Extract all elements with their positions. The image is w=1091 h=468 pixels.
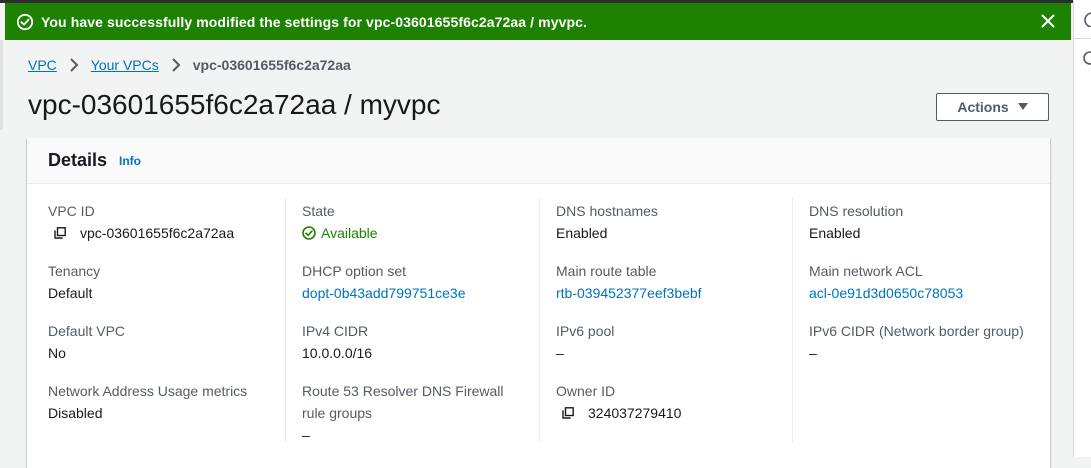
notification-icon[interactable] [1082, 50, 1091, 66]
dhcp-option-set-label: DHCP option set [302, 263, 407, 279]
owner-id-label: Owner ID [556, 383, 616, 399]
main-route-table-label: Main route table [556, 263, 657, 279]
help-panel-strip [1073, 0, 1091, 457]
copy-icon[interactable] [562, 407, 574, 419]
state-value: Available [321, 225, 378, 241]
success-flash-banner: You have successfully modified the setti… [5, 3, 1071, 40]
vpc-id-field: VPC ID vpc-03601655f6c2a72aa [48, 200, 288, 244]
dns-resolution-field: DNS resolution Enabled [809, 200, 1049, 244]
status-available-icon [302, 226, 316, 240]
state-field: State Available [302, 200, 542, 244]
tenancy-value: Default [48, 285, 93, 301]
vpc-id-value: vpc-03601655f6c2a72aa [80, 225, 235, 241]
dhcp-option-set-link[interactable]: dopt-0b43add799751ce3e [302, 282, 466, 304]
details-header: Details Info [27, 138, 1050, 184]
dns-resolution-value: Enabled [809, 225, 861, 241]
left-edge [0, 40, 3, 130]
breadcrumb: VPC Your VPCs vpc-03601655f6c2a72aa [28, 57, 351, 73]
ipv6-pool-label: IPv6 pool [556, 323, 615, 339]
details-panel: Details Info VPC ID vpc-03601655f6c2a72a… [27, 138, 1050, 468]
route53-firewall-value: – [302, 427, 310, 443]
actions-label: Actions [957, 99, 1009, 115]
breadcrumb-current: vpc-03601655f6c2a72aa [192, 57, 351, 73]
vpc-id-label: VPC ID [48, 203, 95, 219]
flash-message: You have successfully modified the setti… [41, 13, 587, 30]
default-vpc-field: Default VPC No [48, 320, 288, 364]
main-route-table-link[interactable]: rtb-039452377eef3bebf [556, 282, 702, 304]
ipv6-pool-value: – [556, 345, 564, 361]
page-title: vpc-03601655f6c2a72aa / myvpc [28, 89, 441, 120]
dns-hostnames-label: DNS hostnames [556, 203, 658, 219]
close-icon[interactable] [1039, 12, 1057, 30]
ipv4-cidr-value: 10.0.0.0/16 [302, 345, 373, 361]
main-network-acl-field: Main network ACL acl-0e91d3d0650c78053 [809, 260, 1049, 304]
route53-firewall-label-line2: rule groups [302, 405, 373, 421]
main-network-acl-label: Main network ACL [809, 263, 923, 279]
nau-metrics-field: Network Address Usage metrics Disabled [48, 380, 288, 424]
chevron-right-icon [172, 58, 181, 72]
copy-icon[interactable] [54, 227, 66, 239]
ipv6-cidr-value: – [809, 345, 817, 361]
info-icon[interactable] [1082, 11, 1091, 27]
ipv6-pool-field: IPv6 pool – [556, 320, 796, 364]
state-label: State [302, 203, 335, 219]
dns-hostnames-field: DNS hostnames Enabled [556, 200, 796, 244]
breadcrumb-your-vpcs[interactable]: Your VPCs [91, 57, 159, 73]
ipv6-cidr-label: IPv6 CIDR (Network border group) [809, 323, 1024, 339]
ipv4-cidr-label: IPv4 CIDR [302, 323, 369, 339]
dns-resolution-label: DNS resolution [809, 203, 904, 219]
tenancy-label: Tenancy [48, 263, 101, 279]
main-network-acl-link[interactable]: acl-0e91d3d0650c78053 [809, 282, 963, 304]
chevron-right-icon [70, 58, 79, 72]
ipv6-cidr-field: IPv6 CIDR (Network border group) – [809, 320, 1049, 364]
dns-hostnames-value: Enabled [556, 225, 608, 241]
default-vpc-value: No [48, 345, 66, 361]
route53-firewall-field: Route 53 Resolver DNS Firewall rule grou… [302, 380, 542, 446]
nau-metrics-value: Disabled [48, 405, 103, 421]
owner-id-field: Owner ID 324037279410 [556, 380, 796, 424]
success-check-icon [16, 13, 34, 30]
main-route-table-field: Main route table rtb-039452377eef3bebf [556, 260, 796, 304]
owner-id-value: 324037279410 [588, 405, 682, 421]
actions-button[interactable]: Actions [936, 93, 1049, 121]
strip-divider [1074, 38, 1091, 39]
breadcrumb-vpc[interactable]: VPC [28, 57, 57, 73]
details-title: Details [48, 150, 108, 170]
dhcp-option-set-field: DHCP option set dopt-0b43add799751ce3e [302, 260, 542, 304]
default-vpc-label: Default VPC [48, 323, 126, 339]
main-content: You have successfully modified the setti… [0, 0, 1073, 468]
route53-firewall-label-line1: Route 53 Resolver DNS Firewall [302, 383, 504, 399]
caret-down-icon [1017, 103, 1028, 110]
tenancy-field: Tenancy Default [48, 260, 288, 304]
ipv4-cidr-field: IPv4 CIDR 10.0.0.0/16 [302, 320, 542, 364]
nau-metrics-label: Network Address Usage metrics [48, 383, 248, 399]
info-link[interactable]: Info [119, 154, 141, 168]
